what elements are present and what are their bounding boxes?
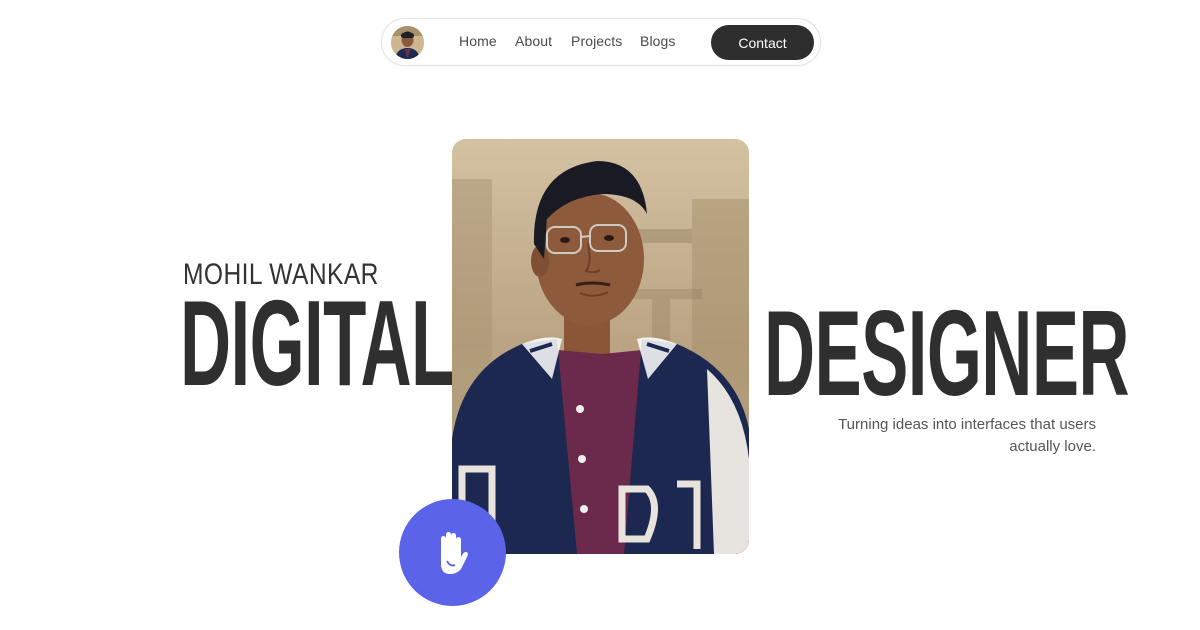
profile-photo xyxy=(452,139,749,554)
waving-hand-icon xyxy=(440,531,468,574)
top-navbar: Home About Projects Blogs Contact xyxy=(381,18,821,66)
portfolio-page: Home About Projects Blogs Contact MOHIL … xyxy=(0,0,1200,630)
hero-title-right: DESIGNER xyxy=(764,285,1130,421)
portrait-illustration xyxy=(452,139,749,554)
hero-title-left: DIGITAL xyxy=(180,275,454,411)
wave-hello-button[interactable] xyxy=(399,499,506,606)
contact-button[interactable]: Contact xyxy=(711,25,814,60)
profile-avatar-icon xyxy=(391,26,424,59)
hero-tagline: Turning ideas into interfaces that users… xyxy=(796,414,1096,458)
tagline-line-1: Turning ideas into interfaces that users xyxy=(838,416,1096,433)
tagline-line-2: actually love. xyxy=(1009,438,1096,455)
nav-link-blogs[interactable]: Blogs xyxy=(640,33,676,49)
nav-link-home[interactable]: Home xyxy=(459,33,497,49)
nav-link-about[interactable]: About xyxy=(515,33,552,49)
nav-link-projects[interactable]: Projects xyxy=(571,33,622,49)
avatar[interactable] xyxy=(391,26,424,59)
